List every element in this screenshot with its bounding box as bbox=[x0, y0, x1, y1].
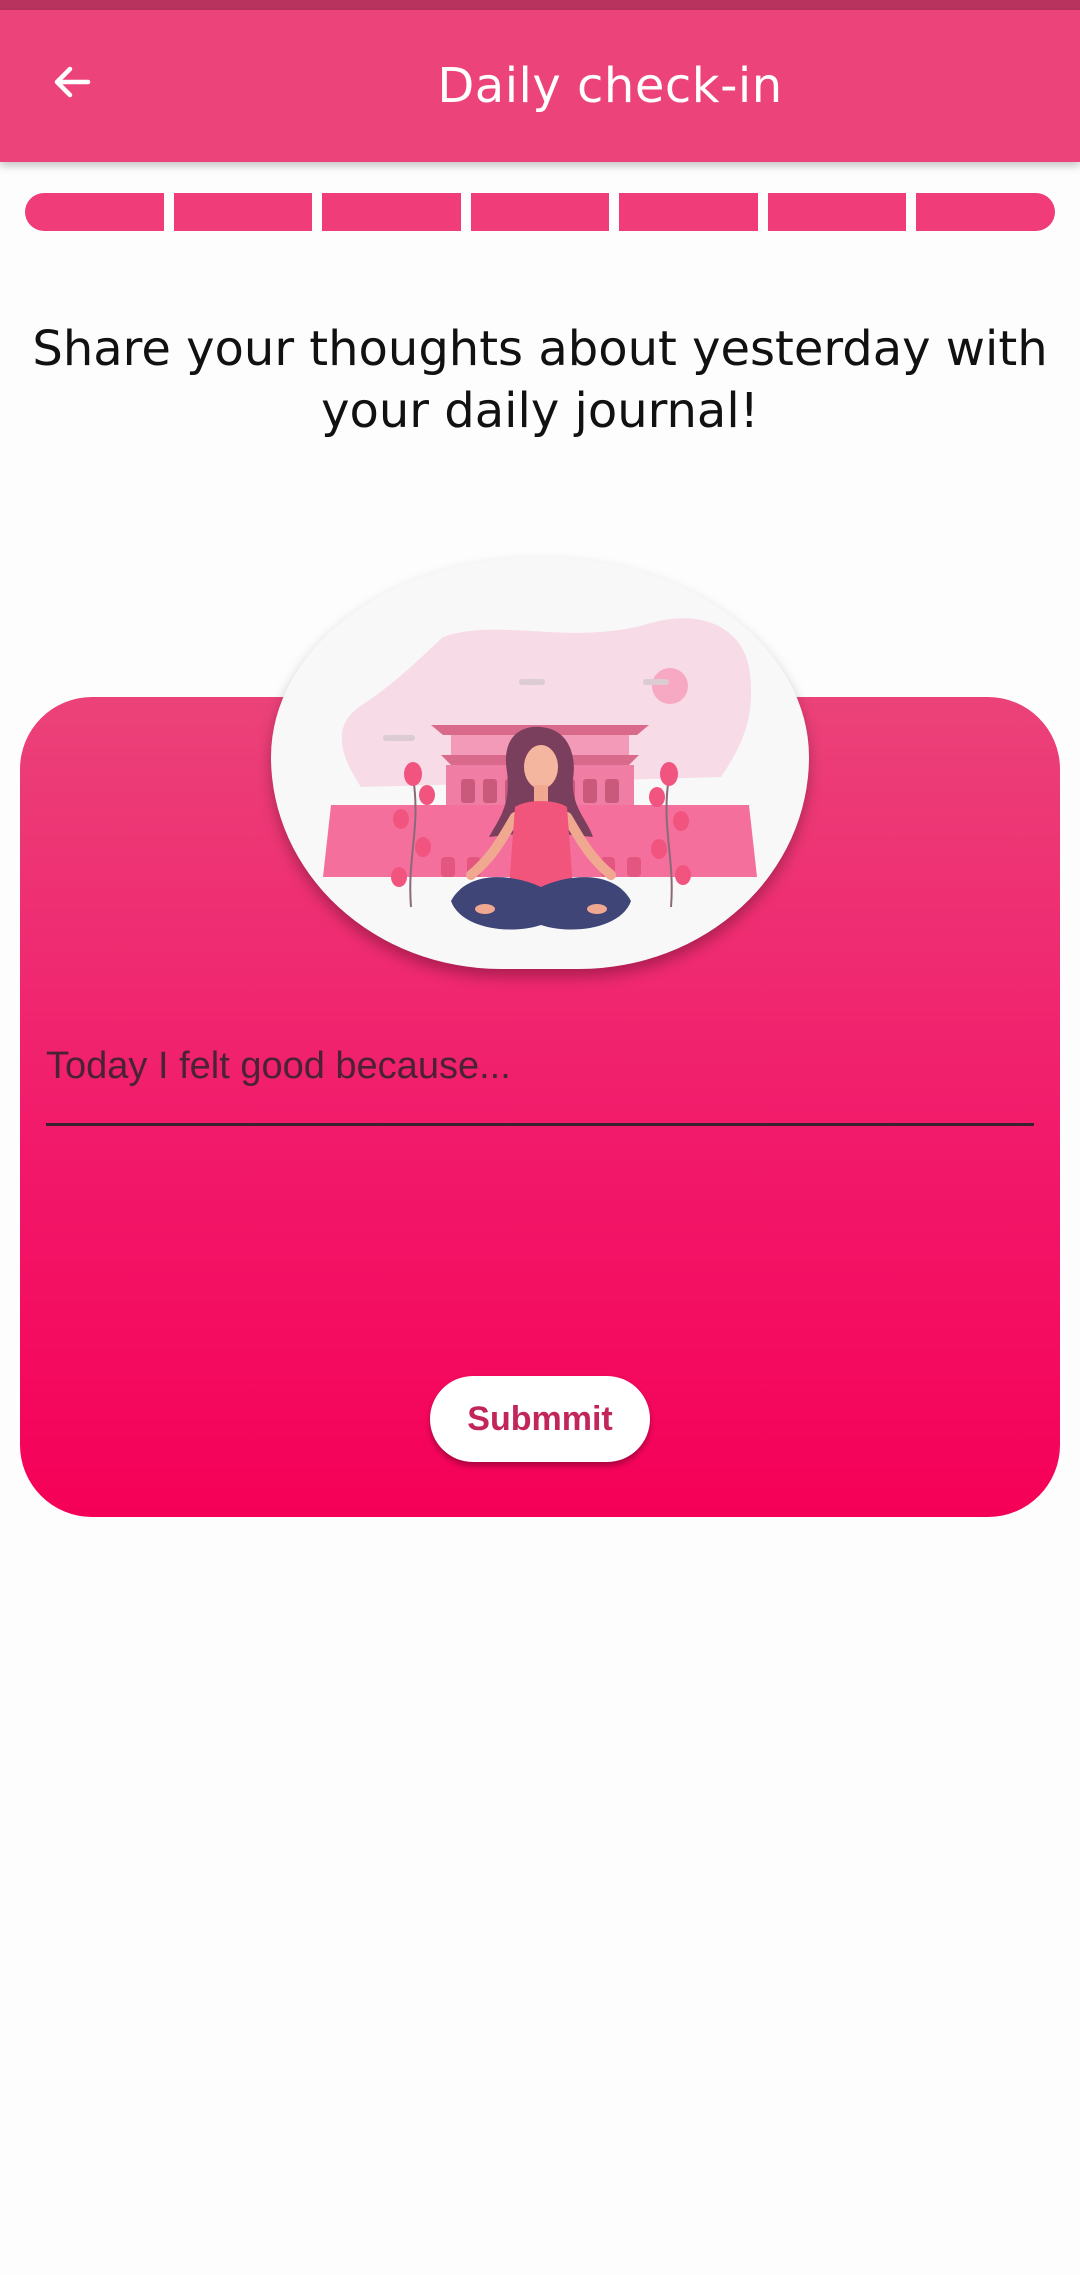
journal-entry-input[interactable] bbox=[46, 1010, 1034, 1126]
progress-segment bbox=[619, 193, 758, 231]
journal-prompt: Share your thoughts about yesterday with… bbox=[32, 321, 1048, 439]
app-bar: Daily check-in bbox=[0, 10, 1080, 162]
progress-segment bbox=[767, 193, 907, 231]
progress-segment bbox=[173, 193, 313, 231]
status-bar bbox=[0, 0, 1080, 10]
page-title: Daily check-in bbox=[437, 58, 783, 114]
progress-segment bbox=[322, 193, 461, 231]
meditation-illustration bbox=[271, 557, 809, 969]
progress-segment bbox=[916, 193, 1056, 231]
progress-bar bbox=[25, 193, 1056, 231]
submit-button[interactable]: Submmit bbox=[430, 1376, 650, 1462]
progress-segment bbox=[470, 193, 610, 231]
progress-segment bbox=[25, 193, 164, 231]
